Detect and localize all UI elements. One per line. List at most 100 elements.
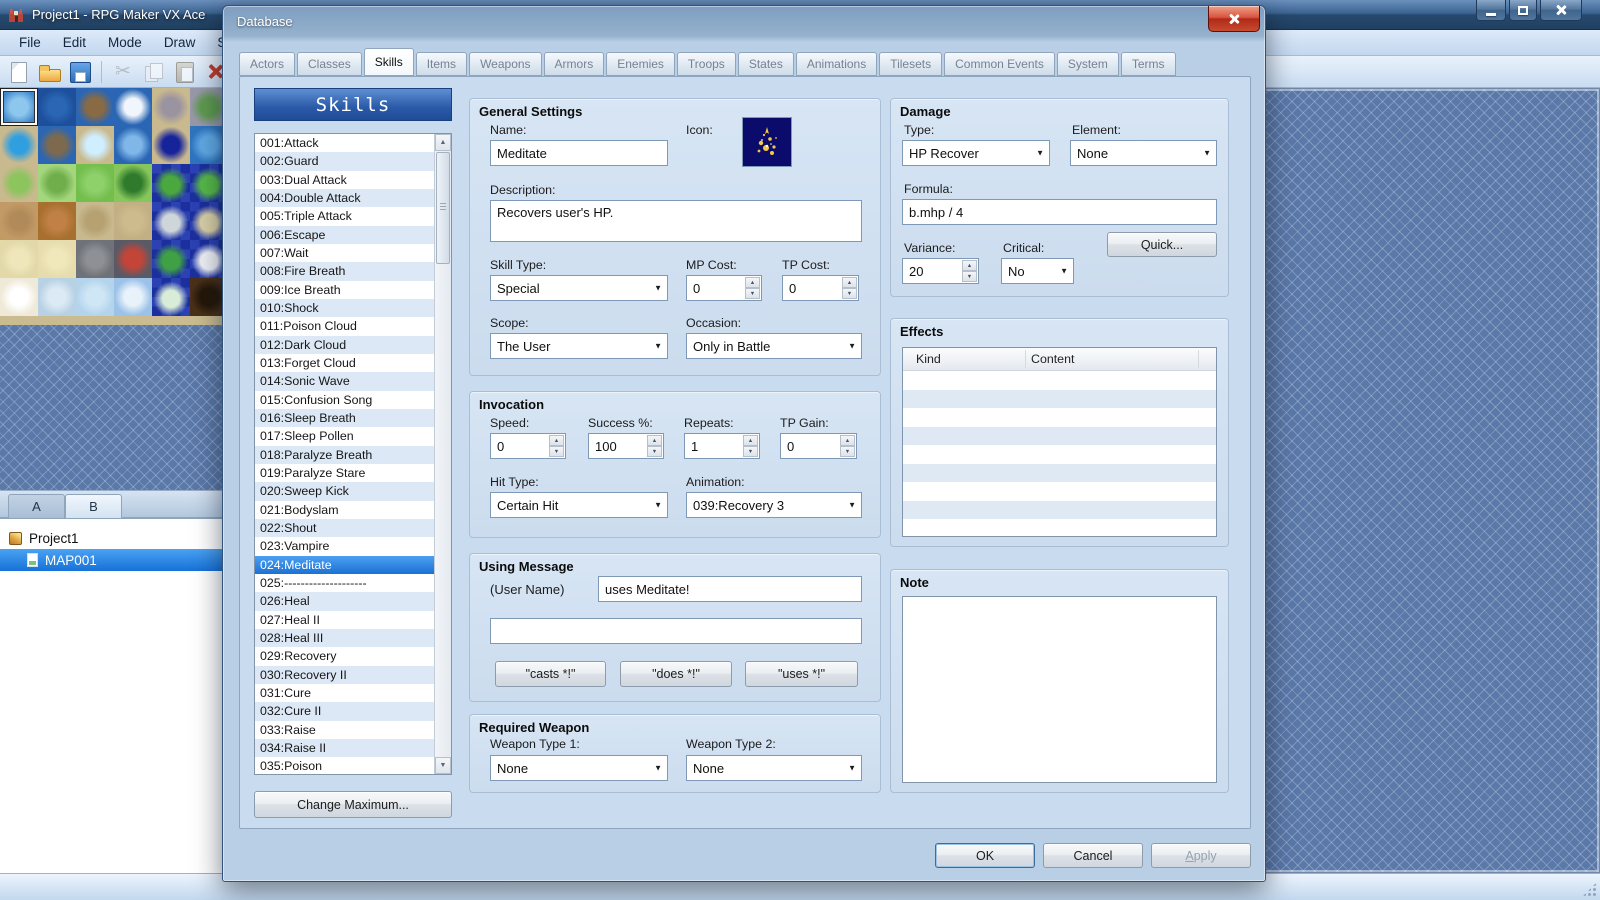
dialog-close-button[interactable] [1208, 6, 1260, 32]
list-item[interactable]: 008:Fire Breath [255, 262, 434, 280]
palette-tile[interactable] [76, 202, 114, 240]
menu-draw[interactable]: Draw [153, 32, 207, 53]
palette-tile[interactable] [152, 202, 190, 240]
list-item[interactable]: 032:Cure II [255, 702, 434, 720]
palette-tile[interactable] [76, 240, 114, 278]
effects-row[interactable] [903, 464, 1216, 483]
list-item[interactable]: 024:Meditate [255, 556, 434, 574]
palette-tile[interactable] [0, 164, 38, 202]
spin-up-icon[interactable]: ▲ [647, 435, 662, 446]
list-item[interactable]: 014:Sonic Wave [255, 372, 434, 390]
list-item[interactable]: 022:Shout [255, 519, 434, 537]
list-item[interactable]: 005:Triple Attack [255, 207, 434, 225]
palette-tile[interactable] [114, 278, 152, 316]
effects-row[interactable] [903, 427, 1216, 446]
spin-down-icon[interactable]: ▼ [745, 288, 760, 299]
palette-tile[interactable] [152, 88, 190, 126]
list-item[interactable]: 031:Cure [255, 684, 434, 702]
palette-tile[interactable] [114, 88, 152, 126]
spin-down-icon[interactable]: ▼ [647, 446, 662, 457]
palette-tile[interactable] [0, 88, 38, 126]
palette-tile[interactable] [0, 278, 38, 316]
formula-input[interactable]: b.mhp / 4 [902, 199, 1217, 225]
list-item[interactable]: 030:Recovery II [255, 666, 434, 684]
tab-common-events[interactable]: Common Events [944, 52, 1055, 76]
list-item[interactable]: 013:Forget Cloud [255, 354, 434, 372]
spin-up-icon[interactable]: ▲ [962, 260, 977, 271]
tab-animations[interactable]: Animations [796, 52, 877, 76]
minimize-button[interactable] [1476, 0, 1506, 21]
open-icon[interactable] [37, 60, 61, 84]
list-item[interactable]: 028:Heal III [255, 629, 434, 647]
tp-cost-spinner[interactable]: 0 ▲▼ [782, 275, 859, 301]
effects-row[interactable] [903, 445, 1216, 464]
uses-preset-button[interactable]: "uses *!" [745, 661, 858, 687]
palette-tile[interactable] [114, 164, 152, 202]
palette-tile[interactable] [38, 278, 76, 316]
spin-down-icon[interactable]: ▼ [743, 446, 758, 457]
palette-tile[interactable] [38, 88, 76, 126]
effects-row[interactable] [903, 501, 1216, 520]
resize-grip[interactable] [1582, 882, 1597, 897]
list-item[interactable]: 025:-------------------- [255, 574, 434, 592]
mp-cost-spinner[interactable]: 0 ▲▼ [686, 275, 762, 301]
weapon-type-1-select[interactable]: None ▼ [490, 755, 668, 781]
scope-select[interactable]: The User ▼ [490, 333, 668, 359]
name-input[interactable]: Meditate [490, 140, 668, 166]
palette-tile[interactable] [152, 164, 190, 202]
list-item[interactable]: 016:Sleep Breath [255, 409, 434, 427]
spin-down-icon[interactable]: ▼ [962, 271, 977, 282]
repeats-spinner[interactable]: 1 ▲▼ [684, 433, 760, 459]
element-select[interactable]: None ▼ [1070, 140, 1217, 166]
list-item[interactable]: 002:Guard [255, 152, 434, 170]
palette-tile[interactable] [114, 202, 152, 240]
tab-armors[interactable]: Armors [544, 52, 605, 76]
palette-tile[interactable] [152, 126, 190, 164]
list-item[interactable]: 009:Ice Breath [255, 281, 434, 299]
tab-enemies[interactable]: Enemies [606, 52, 675, 76]
apply-button[interactable]: Apply [1151, 843, 1251, 868]
list-item[interactable]: 026:Heal [255, 592, 434, 610]
ok-button[interactable]: OK [935, 843, 1035, 868]
close-button[interactable] [1540, 0, 1582, 21]
tab-actors[interactable]: Actors [239, 52, 295, 76]
description-input[interactable]: Recovers user's HP. [490, 200, 862, 242]
palette-tile[interactable] [0, 202, 38, 240]
spin-up-icon[interactable]: ▲ [840, 435, 855, 446]
menu-file[interactable]: File [8, 32, 52, 53]
effects-row[interactable] [903, 408, 1216, 427]
effects-table[interactable]: Kind Content [902, 347, 1217, 537]
tp-gain-spinner[interactable]: 0 ▲▼ [780, 433, 857, 459]
tree-item-project[interactable]: Project1 [0, 527, 227, 549]
skill-type-select[interactable]: Special ▼ [490, 275, 668, 301]
save-icon[interactable] [68, 60, 92, 84]
hit-type-select[interactable]: Certain Hit ▼ [490, 492, 668, 518]
list-item[interactable]: 020:Sweep Kick [255, 482, 434, 500]
list-item[interactable]: 011:Poison Cloud [255, 317, 434, 335]
skill-icon[interactable] [742, 117, 792, 167]
effects-row[interactable] [903, 390, 1216, 409]
tab-skills[interactable]: Skills [364, 48, 414, 76]
spin-up-icon[interactable]: ▲ [549, 435, 564, 446]
message-line1-input[interactable]: uses Meditate! [598, 576, 862, 602]
list-item[interactable]: 019:Paralyze Stare [255, 464, 434, 482]
palette-tile[interactable] [114, 126, 152, 164]
spin-up-icon[interactable]: ▲ [842, 277, 857, 288]
list-item[interactable]: 027:Heal II [255, 611, 434, 629]
effects-row[interactable] [903, 371, 1216, 390]
cut-icon[interactable]: ✂ [111, 60, 135, 84]
message-line2-input[interactable] [490, 618, 862, 644]
copy-icon[interactable] [142, 60, 166, 84]
spin-down-icon[interactable]: ▼ [842, 288, 857, 299]
palette-tile[interactable] [76, 88, 114, 126]
list-item[interactable]: 012:Dark Cloud [255, 336, 434, 354]
success-rate-spinner[interactable]: 100 ▲▼ [588, 433, 664, 459]
change-maximum-button[interactable]: Change Maximum... [254, 791, 452, 818]
palette-tile[interactable] [38, 164, 76, 202]
list-item[interactable]: 035:Poison [255, 757, 434, 774]
list-item[interactable]: 004:Double Attack [255, 189, 434, 207]
palette-tile[interactable] [38, 240, 76, 278]
list-item[interactable]: 001:Attack [255, 134, 434, 152]
palette-tile[interactable] [0, 126, 38, 164]
tab-weapons[interactable]: Weapons [469, 52, 541, 76]
